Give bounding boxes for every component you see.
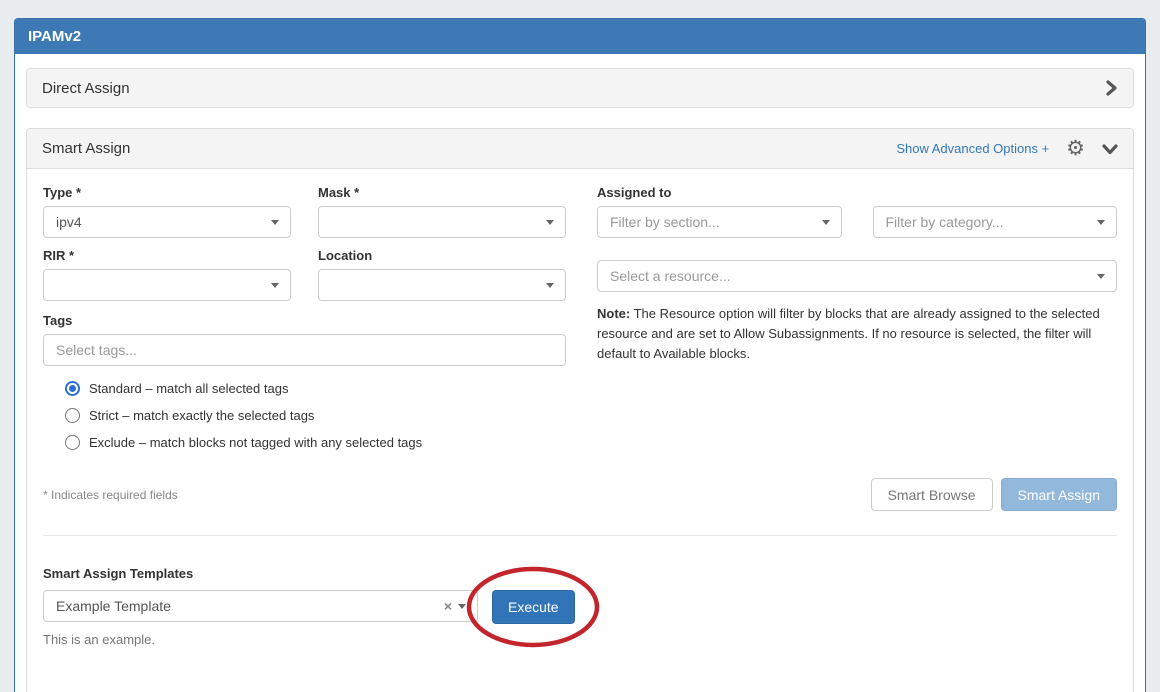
direct-assign-header[interactable]: Direct Assign (26, 68, 1134, 108)
gear-icon[interactable]: ⚙︎ (1066, 138, 1085, 159)
smart-assign-button[interactable]: Smart Assign (1001, 478, 1117, 511)
resource-note-prefix: Note: (597, 306, 630, 321)
execute-button[interactable]: Execute (492, 590, 575, 624)
filter-section-select[interactable]: Filter by section... (597, 206, 842, 238)
location-select[interactable] (318, 269, 566, 301)
show-advanced-options-link[interactable]: Show Advanced Options + (896, 141, 1049, 156)
tag-match-radio-group: Standard – match all selected tags Stric… (65, 381, 566, 450)
radio-strict-input[interactable] (65, 408, 80, 423)
required-fields-note: * Indicates required fields (43, 488, 178, 502)
resource-placeholder: Select a resource... (610, 268, 731, 284)
template-select-value: Example Template (56, 598, 171, 614)
radio-standard-label: Standard – match all selected tags (89, 381, 288, 396)
radio-standard[interactable]: Standard – match all selected tags (65, 381, 566, 396)
templates-section: Smart Assign Templates Example Template … (43, 566, 1117, 647)
template-select[interactable]: Example Template × (43, 590, 478, 622)
rir-label: RIR * (43, 248, 291, 263)
filter-category-placeholder: Filter by category... (886, 214, 1004, 230)
resource-note: Note: The Resource option will filter by… (597, 304, 1117, 364)
filter-category-select[interactable]: Filter by category... (873, 206, 1118, 238)
ipam-panel: IPAMv2 Direct Assign Smart Assign Show A… (14, 18, 1146, 692)
mask-select[interactable] (318, 206, 566, 238)
radio-strict[interactable]: Strict – match exactly the selected tags (65, 408, 566, 423)
section-divider (43, 535, 1117, 536)
smart-assign-body: Type * ipv4 Mask * (27, 169, 1133, 692)
type-label: Type * (43, 185, 291, 200)
smart-assign-panel: Smart Assign Show Advanced Options + ⚙︎ … (26, 128, 1134, 692)
mask-label: Mask * (318, 185, 566, 200)
tags-placeholder: Select tags... (56, 342, 137, 358)
rir-select[interactable] (43, 269, 291, 301)
tags-label: Tags (43, 313, 566, 328)
location-label: Location (318, 248, 566, 263)
page-title: IPAMv2 (28, 28, 81, 45)
assigned-to-label: Assigned to (597, 185, 1117, 200)
resource-note-text: The Resource option will filter by block… (597, 306, 1100, 361)
type-select[interactable]: ipv4 (43, 206, 291, 238)
smart-browse-button[interactable]: Smart Browse (871, 478, 993, 511)
radio-standard-input[interactable] (65, 381, 80, 396)
radio-exclude[interactable]: Exclude – match blocks not tagged with a… (65, 435, 566, 450)
execute-button-area: Execute (492, 590, 575, 624)
chevron-down-icon[interactable] (1102, 143, 1118, 155)
radio-exclude-label: Exclude – match blocks not tagged with a… (89, 435, 422, 450)
radio-exclude-input[interactable] (65, 435, 80, 450)
ipam-panel-body: Direct Assign Smart Assign Show Advanced… (15, 54, 1145, 692)
filter-section-placeholder: Filter by section... (610, 214, 720, 230)
templates-label: Smart Assign Templates (43, 566, 1117, 581)
ipam-panel-header: IPAMv2 (15, 19, 1145, 54)
direct-assign-title: Direct Assign (42, 80, 130, 97)
radio-strict-label: Strict – match exactly the selected tags (89, 408, 314, 423)
type-select-value: ipv4 (56, 214, 82, 230)
resource-select[interactable]: Select a resource... (597, 260, 1117, 292)
smart-assign-title: Smart Assign (42, 140, 130, 157)
smart-assign-header[interactable]: Smart Assign Show Advanced Options + ⚙︎ (27, 129, 1133, 169)
tags-input[interactable]: Select tags... (43, 334, 566, 366)
clear-icon[interactable]: × (444, 599, 452, 613)
chevron-right-icon[interactable] (1104, 80, 1118, 96)
template-helper-text: This is an example. (43, 632, 1117, 647)
